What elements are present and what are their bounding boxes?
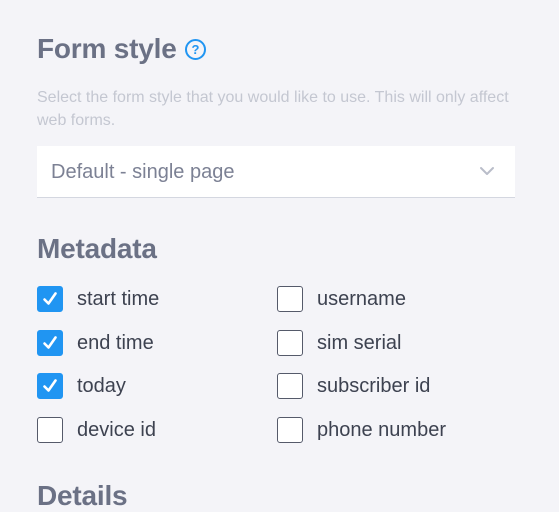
today-checkbox[interactable]	[37, 373, 63, 399]
device-id-label: device id	[77, 418, 156, 441]
sim-serial-checkbox[interactable]	[277, 330, 303, 356]
form-style-select[interactable]: Default - single page	[37, 146, 515, 198]
form-style-heading: Form style	[37, 33, 177, 64]
metadata-option-start-time[interactable]: start time	[37, 284, 159, 314]
username-checkbox[interactable]	[277, 286, 303, 312]
metadata-option-phone-number[interactable]: phone number	[277, 415, 446, 445]
chevron-down-icon	[480, 167, 494, 175]
phone-number-label: phone number	[317, 418, 446, 441]
username-label: username	[317, 287, 406, 310]
checkmark-icon	[43, 292, 57, 305]
end-time-label: end time	[77, 331, 154, 354]
metadata-option-end-time[interactable]: end time	[37, 328, 154, 358]
form-style-selected-value: Default - single page	[51, 161, 235, 183]
details-heading: Details	[37, 480, 128, 511]
question-circle-icon[interactable]: ?	[185, 39, 206, 60]
subscriber-id-checkbox[interactable]	[277, 373, 303, 399]
metadata-option-subscriber-id[interactable]: subscriber id	[277, 371, 430, 401]
start-time-checkbox[interactable]	[37, 286, 63, 312]
checkmark-icon	[43, 336, 57, 349]
today-label: today	[77, 374, 126, 397]
metadata-option-username[interactable]: username	[277, 284, 406, 314]
end-time-checkbox[interactable]	[37, 330, 63, 356]
form-style-description: Select the form style that you would lik…	[37, 89, 509, 129]
metadata-heading: Metadata	[37, 233, 157, 264]
metadata-option-device-id[interactable]: device id	[37, 415, 156, 445]
checkmark-icon	[43, 379, 57, 392]
phone-number-checkbox[interactable]	[277, 417, 303, 443]
sim-serial-label: sim serial	[317, 331, 402, 354]
subscriber-id-label: subscriber id	[317, 374, 431, 397]
metadata-option-sim-serial[interactable]: sim serial	[277, 328, 401, 358]
start-time-label: start time	[77, 287, 160, 310]
device-id-checkbox[interactable]	[37, 417, 63, 443]
metadata-option-today[interactable]: today	[37, 371, 126, 401]
